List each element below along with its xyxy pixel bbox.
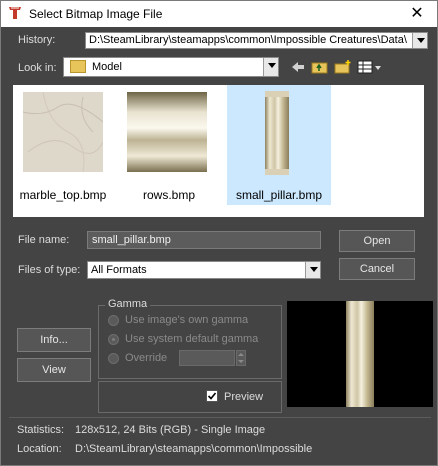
chevron-down-icon[interactable] — [305, 262, 320, 278]
window-title: Select Bitmap Image File — [29, 7, 163, 21]
bitmap-file-dialog: Select Bitmap Image File ✕ History: D:\S… — [0, 0, 438, 466]
title-bar: Select Bitmap Image File ✕ — [1, 1, 437, 27]
spinner-arrows-icon — [238, 353, 244, 363]
pillar-thumbnail — [265, 91, 289, 175]
file-name: small_pillar.bmp — [235, 188, 323, 202]
location-label: Location: — [17, 443, 62, 455]
file-item-rows[interactable]: rows.bmp — [121, 85, 221, 205]
history-dropdown[interactable]: D:\SteamLibrary\steamapps\common\Impossi… — [85, 32, 428, 49]
look-in-value: Model — [92, 61, 122, 73]
gamma-own-radio[interactable] — [108, 315, 119, 326]
files-of-type-label: Files of type: — [18, 264, 81, 276]
statistics-value: 128x512, 24 Bits (RGB) - Single Image — [75, 424, 266, 436]
view-menu-icon[interactable] — [357, 59, 383, 75]
gamma-override-label: Override — [125, 352, 168, 364]
folder-icon — [70, 59, 86, 73]
chevron-down-icon[interactable] — [412, 33, 427, 48]
gamma-override-radio[interactable] — [108, 353, 119, 364]
gamma-override-input[interactable] — [179, 350, 235, 366]
view-button[interactable]: View — [17, 358, 91, 382]
max-app-icon — [9, 7, 21, 19]
history-label: History: — [18, 34, 56, 46]
location-value: D:\SteamLibrary\steamapps\common\Impossi… — [75, 443, 313, 455]
file-name-label: File name: — [18, 234, 70, 246]
cancel-button[interactable]: Cancel — [339, 258, 415, 280]
up-folder-icon[interactable] — [311, 59, 329, 75]
back-arrow-icon[interactable] — [289, 59, 307, 75]
new-folder-icon[interactable] — [334, 59, 352, 75]
gamma-system-radio[interactable] — [108, 334, 119, 345]
file-name: marble_top.bmp — [19, 188, 107, 202]
pillar-preview-image — [346, 301, 374, 407]
gamma-group-title: Gamma — [105, 298, 151, 310]
rows-thumbnail — [127, 92, 207, 172]
close-icon[interactable]: ✕ — [397, 1, 437, 27]
look-in-label: Look in: — [18, 62, 57, 74]
file-item-marble-top[interactable]: marble_top.bmp — [13, 85, 113, 205]
open-button[interactable]: Open — [339, 230, 415, 252]
file-item-small-pillar[interactable]: small_pillar.bmp — [227, 85, 331, 205]
statistics-label: Statistics: — [17, 424, 65, 436]
marble-thumbnail — [23, 92, 103, 172]
image-preview — [287, 301, 433, 407]
gamma-own-label: Use image's own gamma — [125, 314, 249, 326]
history-value: D:\SteamLibrary\steamapps\common\Impossi… — [89, 34, 407, 46]
status-panel: Statistics: 128x512, 24 Bits (RGB) - Sin… — [9, 417, 431, 461]
preview-label: Preview — [224, 391, 264, 403]
gamma-system-label: Use system default gamma — [125, 333, 259, 345]
file-name-input[interactable]: small_pillar.bmp — [87, 231, 321, 249]
preview-checkbox[interactable] — [206, 390, 218, 402]
look-in-dropdown[interactable]: Model — [63, 57, 279, 77]
checkmark-icon — [207, 392, 217, 400]
info-button[interactable]: Info... — [17, 328, 91, 352]
file-list[interactable]: marble_top.bmp rows.bmp small_pillar.bmp — [13, 85, 424, 217]
files-of-type-value: All Formats — [91, 264, 147, 276]
chevron-down-icon[interactable] — [263, 58, 278, 76]
files-of-type-dropdown[interactable]: All Formats — [87, 261, 321, 279]
gamma-override-spinner[interactable] — [236, 350, 246, 366]
